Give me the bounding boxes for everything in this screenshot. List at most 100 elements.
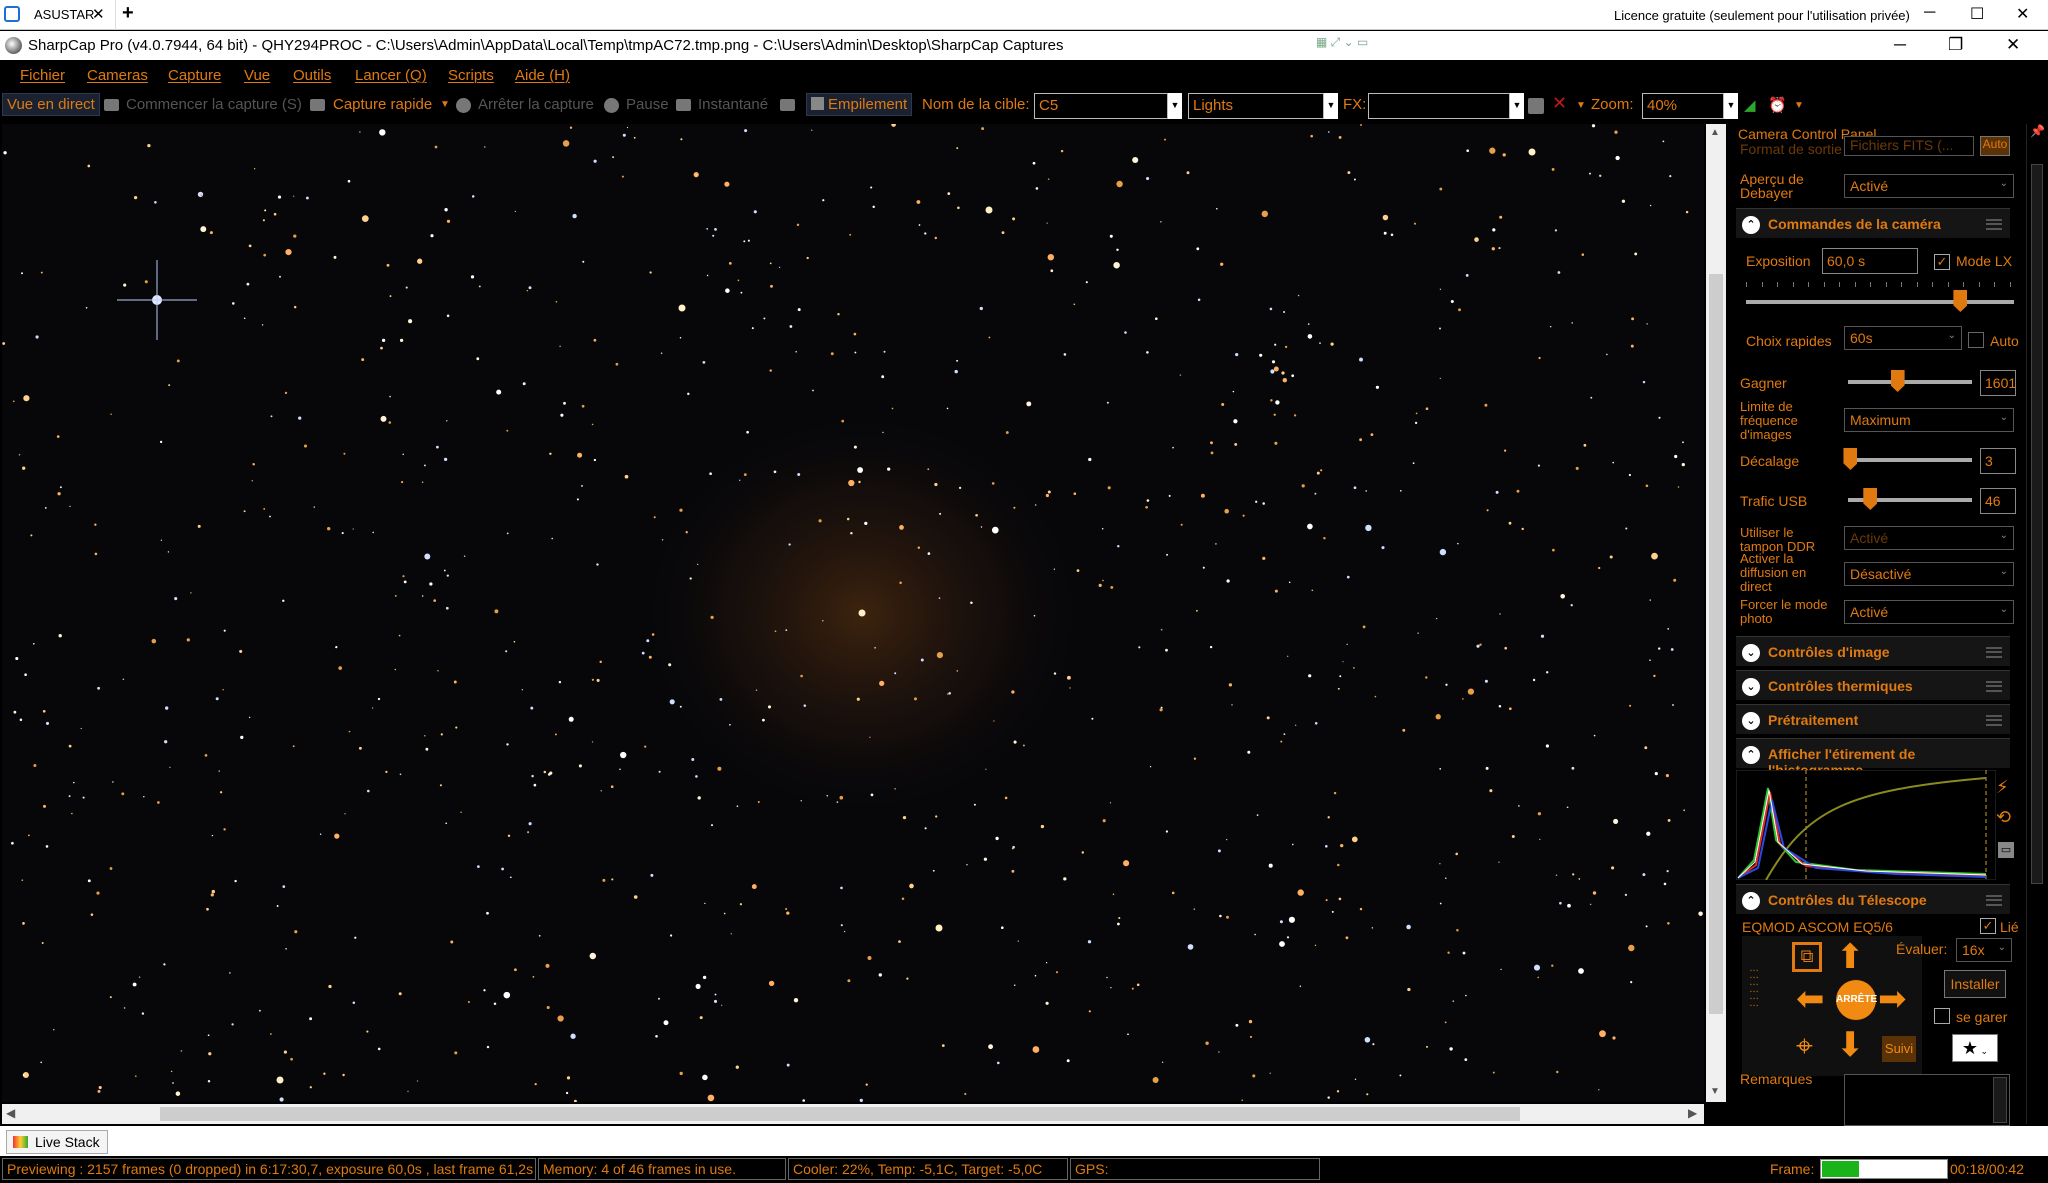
photo-mode-select[interactable]: Activé ⌄ — [1844, 600, 2014, 624]
gain-slider-track[interactable] — [1848, 380, 1972, 384]
section-menu-icon[interactable] — [1986, 681, 2002, 692]
panel-scrollbar[interactable] — [2026, 124, 2046, 1124]
save-stretch-icon[interactable]: ▭ — [1998, 842, 2014, 858]
remote-close-button[interactable]: ✕ — [2016, 4, 2029, 24]
quick-auto-checkbox[interactable] — [1968, 332, 1984, 348]
menu-cameras[interactable]: Cameras — [87, 67, 148, 84]
exposure-slider-knob[interactable] — [1953, 290, 1968, 312]
section-menu-icon[interactable] — [1986, 647, 2002, 658]
section-preprocessing[interactable]: ⌄ Prétraitement — [1736, 704, 2010, 734]
install-button[interactable]: Installer — [1944, 970, 2006, 998]
pin-panel-icon[interactable]: 📌 — [2030, 124, 2045, 138]
gain-input[interactable]: 1601 — [1980, 370, 2016, 396]
menu-lancer[interactable]: Lancer (Q) — [355, 67, 427, 84]
live-stream-select[interactable]: Désactivé ⌄ — [1844, 562, 2014, 586]
section-camera-controls[interactable]: ⌃ Commandes de la caméra — [1736, 208, 2010, 238]
panel-scroll-thumb[interactable] — [2031, 164, 2043, 884]
remote-maximize-button[interactable]: ☐ — [1970, 4, 1984, 24]
scroll-left-icon[interactable]: ◀ — [6, 1106, 15, 1120]
menu-vue[interactable]: Vue — [244, 67, 270, 84]
menu-aide[interactable]: Aide (H) — [515, 67, 570, 84]
stop-motion-button[interactable]: ARRÊTE — [1836, 980, 1877, 1020]
move-south-button[interactable]: ⬇ — [1836, 1028, 1865, 1062]
slew-to-target-icon[interactable]: ⧉ — [1792, 942, 1822, 972]
start-capture-button[interactable]: Commencer la capture (S) — [126, 96, 302, 113]
section-histogram-stretch[interactable]: ⌃ Afficher l'étirement de l'histogramme — [1736, 738, 2010, 778]
move-west-button[interactable]: ⬅ — [1796, 982, 1825, 1016]
output-format-select[interactable]: Fichiers FITS (... — [1844, 136, 1974, 156]
fx-select[interactable] — [1368, 93, 1510, 119]
section-telescope-controls[interactable]: ⌃ Contrôles du Télescope — [1736, 884, 2010, 914]
section-image-controls[interactable]: ⌄ Contrôles d'image — [1736, 636, 2010, 666]
app-close-button[interactable]: ✕ — [2006, 35, 2020, 55]
live-view-button[interactable]: Vue en direct — [2, 93, 100, 116]
offset-slider-knob[interactable] — [1843, 448, 1858, 470]
section-menu-icon[interactable] — [1986, 715, 2002, 726]
notes-scrollbar[interactable] — [1993, 1077, 2007, 1123]
crosshair-icon[interactable]: ⌖ — [1796, 1032, 1813, 1062]
quick-capture-button[interactable]: Capture rapide — [333, 96, 432, 113]
image-preview[interactable] — [2, 124, 1704, 1102]
usb-input[interactable]: 46 — [1980, 488, 2016, 514]
menu-fichier[interactable]: Fichier — [20, 67, 65, 84]
exposure-slider-track[interactable] — [1746, 300, 2014, 304]
menu-outils[interactable]: Outils — [293, 67, 331, 84]
move-east-button[interactable]: ➡ — [1878, 982, 1907, 1016]
notes-textarea[interactable] — [1844, 1074, 2010, 1126]
vertical-scroll-thumb[interactable] — [1709, 274, 1723, 1014]
fx-dropdown-icon[interactable]: ▼ — [1510, 93, 1524, 119]
scroll-down-icon[interactable]: ▼ — [1710, 1086, 1720, 1097]
quick-capture-dropdown-icon[interactable]: ▼ — [440, 99, 450, 110]
debayer-select[interactable]: Activé ⌄ — [1844, 174, 2014, 198]
scroll-right-icon[interactable]: ▶ — [1688, 1106, 1697, 1120]
scroll-up-icon[interactable]: ▲ — [1710, 127, 1720, 138]
target-name-input[interactable]: C5 — [1034, 93, 1168, 119]
quick-choice-select[interactable]: 60s ⌄ — [1844, 326, 1962, 350]
ddr-buffer-select[interactable]: Activé ⌄ — [1844, 526, 2014, 550]
section-menu-icon[interactable] — [1986, 219, 2002, 230]
menu-capture[interactable]: Capture — [168, 67, 221, 84]
monitor-icon[interactable] — [780, 99, 795, 111]
histogram-graph[interactable] — [1736, 770, 1996, 880]
histogram-icon[interactable]: ◢ — [1744, 96, 1756, 114]
stacking-button[interactable]: Empilement — [806, 93, 913, 116]
auto-stretch-icon[interactable]: ⚡ — [1996, 778, 2009, 796]
section-menu-icon[interactable] — [1986, 895, 2002, 906]
target-dropdown-icon[interactable]: ▼ — [1168, 93, 1182, 119]
fx-settings-icon[interactable] — [1528, 98, 1544, 114]
stop-capture-button[interactable]: Arrêter la capture — [478, 96, 594, 113]
menu-scripts[interactable]: Scripts — [448, 67, 494, 84]
frame-rate-select[interactable]: Maximum ⌄ — [1844, 408, 2014, 432]
snapshot-button[interactable]: Instantané — [698, 96, 768, 113]
close-tab-icon[interactable]: ✕ — [92, 5, 105, 23]
new-tab-button[interactable]: + — [122, 2, 134, 25]
lx-mode-checkbox[interactable]: ✓ — [1934, 254, 1950, 270]
section-thermal-controls[interactable]: ⌄ Contrôles thermiques — [1736, 670, 2010, 700]
app-restore-button[interactable]: ❐ — [1948, 35, 1963, 55]
alarm-dropdown-icon[interactable]: ▼ — [1794, 100, 1804, 111]
remote-minimize-button[interactable]: ─ — [1924, 4, 1935, 22]
rate-select[interactable]: 16x ⌄ — [1956, 938, 2012, 962]
zoom-dropdown-icon[interactable]: ▼ — [1724, 93, 1738, 119]
offset-slider-track[interactable] — [1848, 458, 1972, 462]
remote-control-icons[interactable]: ▦ ⤢ ⌄ ▭ — [1316, 35, 1382, 53]
live-stack-tab[interactable]: Live Stack — [6, 1130, 108, 1154]
alarm-icon[interactable]: ⏰ — [1768, 96, 1787, 114]
image-vertical-scrollbar[interactable]: ▲ ▼ — [1706, 124, 1726, 1102]
reticle-icon[interactable]: ✕ — [1552, 93, 1567, 114]
pause-button[interactable]: Pause — [626, 96, 669, 113]
reset-stretch-icon[interactable]: ⟲ — [1996, 808, 2011, 826]
app-minimize-button[interactable]: ─ — [1894, 35, 1906, 55]
frame-type-select[interactable]: Lights — [1188, 93, 1324, 119]
output-auto-button[interactable]: Auto — [1980, 136, 2010, 156]
tracking-button[interactable]: Suivi — [1882, 1036, 1916, 1062]
frame-type-dropdown-icon[interactable]: ▼ — [1324, 93, 1338, 119]
offset-input[interactable]: 3 — [1980, 448, 2016, 474]
horizontal-scroll-thumb[interactable] — [160, 1107, 1520, 1121]
park-checkbox[interactable] — [1934, 1008, 1950, 1024]
move-north-button[interactable]: ⬆ — [1836, 940, 1865, 974]
image-horizontal-scrollbar[interactable]: ◀ ▶ — [2, 1104, 1704, 1124]
reticle-dropdown-icon[interactable]: ▼ — [1576, 100, 1586, 111]
star-button[interactable]: ★ ⌄ — [1952, 1034, 1998, 1062]
exposure-input[interactable]: 60,0 s — [1822, 248, 1918, 274]
